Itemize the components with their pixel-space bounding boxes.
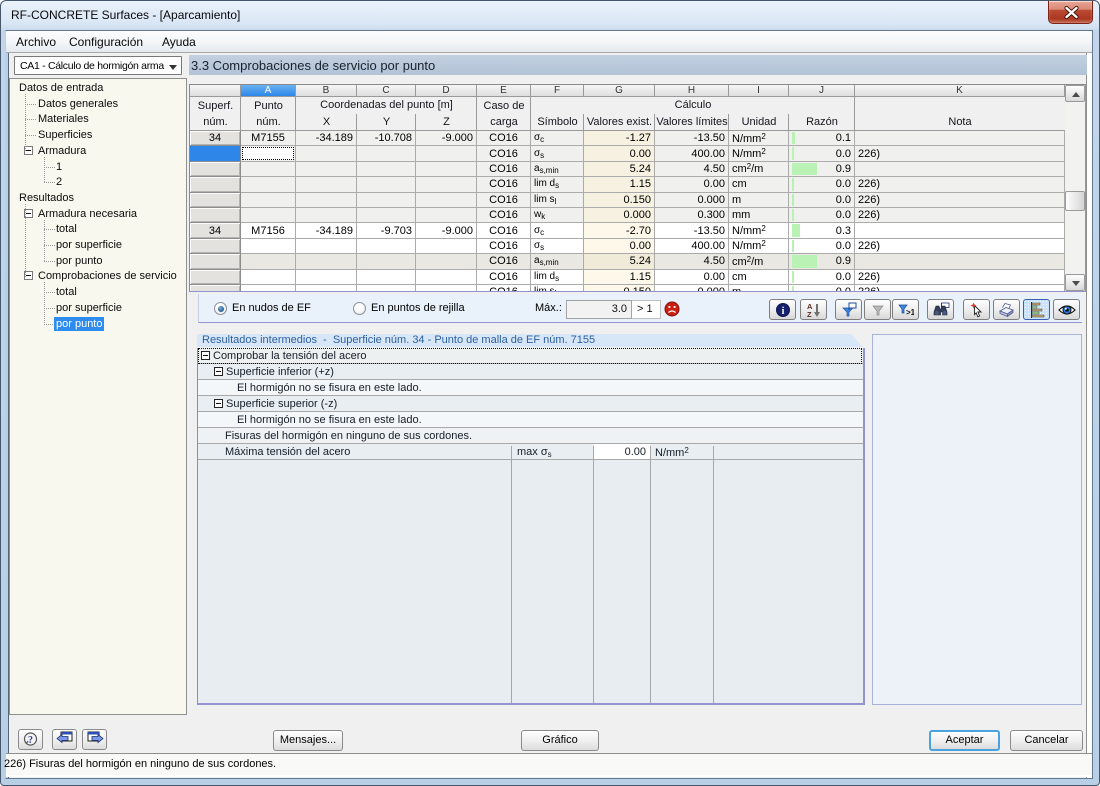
svg-text:?: ? [28, 735, 33, 746]
svg-text:>1: >1 [906, 308, 914, 317]
svg-text:i: i [781, 306, 784, 317]
svg-text:Z: Z [807, 310, 812, 318]
